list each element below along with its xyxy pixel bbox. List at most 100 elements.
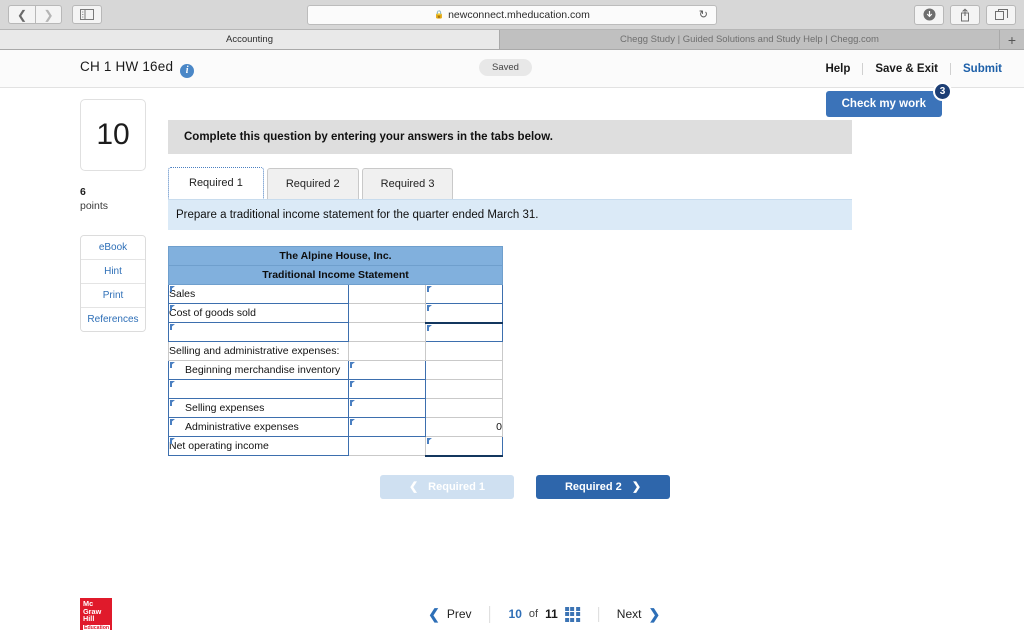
main-content: Complete this question by entering your … — [167, 120, 852, 499]
requirement-navigation: ❮ Required 1 Required 2 ❯ — [168, 474, 852, 499]
page-navigation: ❮ Prev 10 of 11 Next ❯ — [410, 605, 678, 623]
statement-row-label[interactable]: Net operating income — [168, 436, 349, 456]
browser-toolbar: ❮ ❯ 🔒 newconnect.mheducation.com ↻ — [0, 0, 1024, 30]
table-row: Selling and administrative expenses: — [168, 341, 504, 361]
statement-company-name: The Alpine House, Inc. — [167, 246, 504, 266]
instruction-banner: Complete this question by entering your … — [168, 120, 852, 154]
statement-row-right-value — [424, 379, 504, 399]
check-my-work-button[interactable]: Check my work — [825, 91, 942, 117]
statement-row-label[interactable]: Sales — [168, 284, 349, 304]
statement-row-middle-value[interactable] — [348, 398, 426, 418]
footer-bar: Mc Graw Hill Education ❮ Prev 10 of 11 N… — [0, 588, 1024, 640]
statement-row-right-value — [424, 360, 504, 380]
statement-row-label[interactable]: Cost of goods sold — [168, 303, 349, 323]
statement-subtitle: Traditional Income Statement — [167, 265, 504, 285]
points-value: 6 — [80, 186, 86, 198]
statement-row-middle-value — [348, 436, 426, 456]
lock-icon: 🔒 — [434, 10, 445, 19]
browser-nav-buttons: ❮ ❯ — [8, 5, 62, 24]
next-page-button[interactable]: Next ❯ — [599, 606, 678, 623]
statement-row-label[interactable]: Administrative expenses — [168, 417, 349, 437]
browser-right-buttons — [914, 4, 1016, 25]
rail-buttons: eBook Hint Print References — [80, 235, 146, 333]
table-row — [168, 321, 504, 342]
statement-row-right-value[interactable] — [424, 284, 504, 304]
reload-icon[interactable]: ↻ — [699, 8, 708, 21]
chevron-left-icon: ❮ — [408, 481, 419, 493]
save-and-exit-link[interactable]: Save & Exit — [862, 62, 950, 75]
grid-icon[interactable] — [564, 606, 580, 622]
previous-requirement-button[interactable]: ❮ Required 1 — [380, 474, 514, 499]
income-statement-body: The Alpine House, Inc. Traditional Incom… — [167, 246, 504, 457]
statement-row-label[interactable] — [168, 379, 349, 399]
sidebar-toggle-icon[interactable] — [72, 5, 102, 24]
statement-row-label[interactable] — [168, 322, 349, 342]
table-row: Beginning merchandise inventory — [168, 360, 504, 380]
requirement-tabs: Required 1 Required 2 Required 3 — [168, 167, 852, 199]
tab-required-1[interactable]: Required 1 — [168, 167, 264, 199]
header-actions: Help Save & Exit Submit — [813, 62, 1002, 75]
tab-required-2[interactable]: Required 2 — [266, 168, 359, 199]
url-text: newconnect.mheducation.com — [448, 8, 590, 21]
browser-tab-accounting[interactable]: Accounting — [0, 30, 500, 49]
help-link[interactable]: Help — [813, 63, 862, 75]
page-title-text: CH 1 HW 16ed — [80, 59, 174, 75]
mcgraw-hill-logo: Mc Graw Hill Education — [80, 598, 112, 633]
statement-row-right-value — [424, 398, 504, 418]
total-pages: 11 — [545, 607, 558, 621]
hint-button[interactable]: Hint — [81, 260, 145, 285]
statement-row-label[interactable]: Beginning merchandise inventory — [168, 360, 349, 380]
previous-requirement-label: Required 1 — [428, 480, 486, 493]
table-row: Sales — [168, 284, 504, 304]
statement-row-right-value — [424, 341, 504, 361]
question-rail: 10 6 points eBook Hint Print References — [80, 99, 146, 333]
chevron-left-icon: ❮ — [428, 605, 440, 622]
points-display: 6 points — [80, 185, 146, 213]
chevron-right-icon: ❯ — [648, 605, 661, 622]
check-my-work-badge: 3 — [933, 82, 952, 101]
statement-row-right-value[interactable] — [424, 436, 504, 457]
download-icon[interactable] — [914, 4, 944, 25]
address-bar[interactable]: 🔒 newconnect.mheducation.com ↻ — [307, 4, 717, 25]
requirement-text: Prepare a traditional income statement f… — [168, 199, 852, 230]
forward-arrow-icon[interactable]: ❯ — [35, 5, 62, 24]
info-icon[interactable]: i — [180, 63, 195, 78]
current-page: 10 — [508, 607, 522, 621]
statement-row-middle-value — [348, 341, 426, 361]
statement-row-middle-value[interactable] — [348, 417, 426, 437]
logo-line-3: Hill — [83, 614, 95, 624]
next-requirement-label: Required 2 — [564, 480, 622, 493]
prev-page-label: Prev — [446, 607, 472, 621]
tabs-overview-icon[interactable] — [986, 4, 1016, 25]
app-header: CH 1 HW 16ed i Saved Help Save & Exit Sub… — [0, 50, 1024, 88]
statement-row-middle-value[interactable] — [348, 379, 426, 399]
points-label: points — [80, 200, 109, 213]
of-label: of — [528, 608, 539, 620]
ebook-button[interactable]: eBook — [81, 236, 145, 261]
next-requirement-button[interactable]: Required 2 ❯ — [536, 474, 670, 499]
page-indicator: 10 of 11 — [491, 606, 599, 622]
share-icon[interactable] — [950, 4, 980, 25]
table-row: Selling expenses — [168, 398, 504, 418]
statement-row-right-value[interactable] — [424, 303, 504, 324]
status-badge: Saved — [479, 59, 532, 76]
statement-row-middle-value — [348, 303, 426, 323]
question-number: 10 — [80, 99, 146, 171]
statement-row-right-value: 0 — [424, 417, 504, 437]
prev-page-button[interactable]: ❮ Prev — [410, 605, 491, 623]
submit-link[interactable]: Submit — [950, 62, 1002, 75]
statement-row-right-value[interactable] — [424, 321, 504, 342]
next-page-label: Next — [616, 607, 642, 621]
print-button[interactable]: Print — [81, 284, 145, 309]
chevron-right-icon: ❯ — [631, 481, 642, 493]
new-tab-button[interactable]: + — [1000, 30, 1024, 49]
statement-row-middle-value[interactable] — [348, 360, 426, 380]
browser-tab-chegg[interactable]: Chegg Study | Guided Solutions and Study… — [500, 30, 1000, 49]
statement-row-label[interactable]: Selling expenses — [168, 398, 349, 418]
references-button[interactable]: References — [81, 308, 145, 332]
page-title: CH 1 HW 16ed i — [80, 59, 195, 78]
table-header-row-company: The Alpine House, Inc. — [167, 246, 504, 266]
back-arrow-icon[interactable]: ❮ — [8, 5, 35, 24]
browser-tab-strip: Accounting Chegg Study | Guided Solution… — [0, 30, 1024, 50]
tab-required-3[interactable]: Required 3 — [361, 168, 454, 199]
